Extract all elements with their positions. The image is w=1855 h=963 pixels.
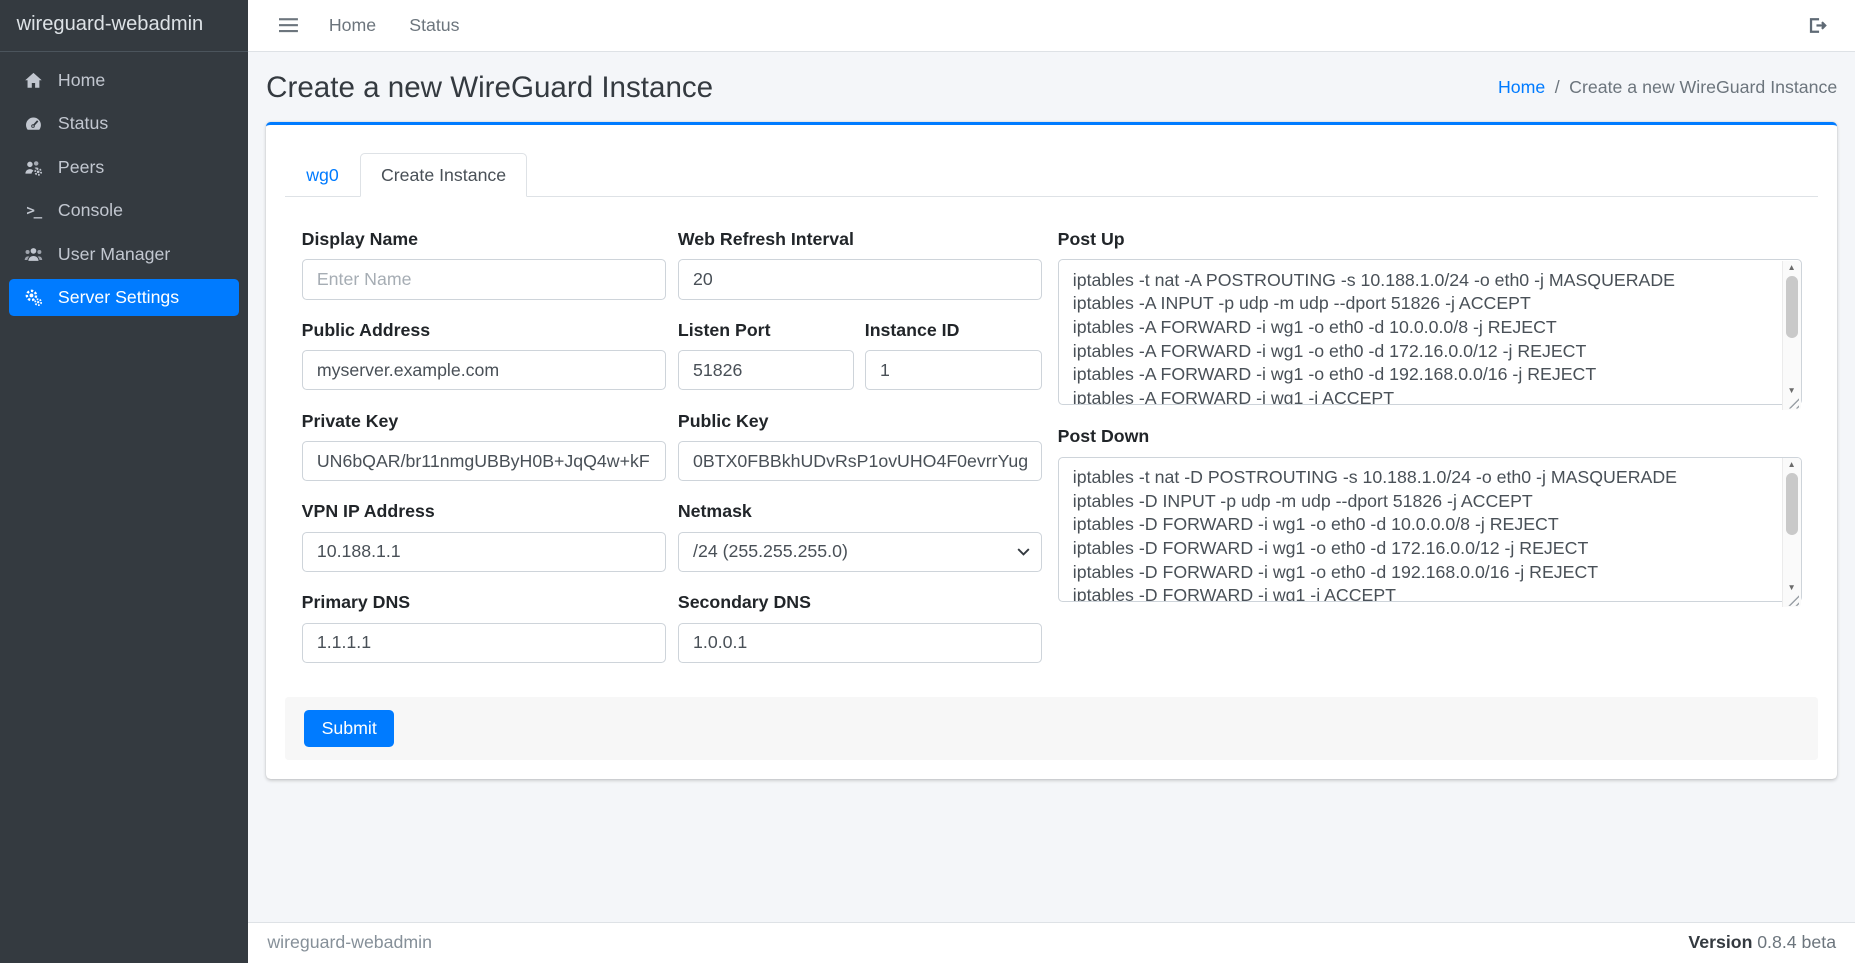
web-refresh-input[interactable] [678,259,1042,299]
sidebar-item-label: User Manager [58,244,170,265]
submit-button[interactable]: Submit [304,710,394,747]
sidebar-item-label: Server Settings [58,287,179,308]
footer-version: Version0.8.4 beta [1688,932,1836,953]
post-up-scrollbar[interactable]: ▲ ▼ [1782,261,1801,410]
users-icon [19,245,49,264]
primary-dns-input[interactable] [302,623,666,663]
public-key-label: Public Key [678,411,1042,432]
tab-create-instance[interactable]: Create Instance [360,153,527,197]
version-value: 0.8.4 beta [1757,932,1836,952]
private-key-input[interactable] [302,441,666,481]
post-down-label: Post Down [1058,426,1802,447]
form-col-3: Post Up iptables -t nat -A POSTROUTING -… [1058,229,1802,683]
form-col-2: Web Refresh Interval Listen Port Instanc… [678,229,1042,683]
web-refresh-label: Web Refresh Interval [678,229,1042,250]
content-spacer [248,779,1855,921]
breadcrumb-home-link[interactable]: Home [1498,77,1545,98]
breadcrumb: Home / Create a new WireGuard Instance [1498,77,1837,98]
navbar-link-home[interactable]: Home [315,6,391,46]
sidebar-item-peers[interactable]: Peers [9,148,239,186]
post-up-label: Post Up [1058,229,1802,250]
scroll-up-arrow-icon[interactable]: ▲ [1788,458,1796,472]
listen-port-input[interactable] [678,350,854,390]
scroll-down-arrow-icon[interactable]: ▼ [1788,384,1796,398]
hamburger-icon[interactable] [267,8,310,43]
netmask-select[interactable] [678,532,1042,572]
private-key-label: Private Key [302,411,666,432]
listen-port-label: Listen Port [678,320,854,341]
public-address-input[interactable] [302,350,666,390]
home-icon [19,71,49,90]
sidebar-item-label: Status [58,113,108,134]
create-instance-form: Display Name Public Address Private Key [285,229,1818,683]
sidebar-item-home[interactable]: Home [9,62,239,100]
display-name-label: Display Name [302,229,666,250]
public-address-label: Public Address [302,320,666,341]
form-col-1: Display Name Public Address Private Key [302,229,666,683]
brand-title[interactable]: wireguard-webadmin [0,0,248,52]
breadcrumb-separator: / [1555,77,1560,98]
primary-dns-label: Primary DNS [302,592,666,613]
instance-id-label: Instance ID [865,320,1042,341]
top-navbar: Home Status [248,0,1855,52]
tab-wg0[interactable]: wg0 [285,153,360,197]
vpn-ip-input[interactable] [302,532,666,572]
main-area: Home Status Create a new WireGuard Insta… [248,0,1855,963]
display-name-input[interactable] [302,259,666,299]
post-down-scrollbar[interactable]: ▲ ▼ [1782,458,1801,607]
gears-icon [19,288,49,307]
secondary-dns-input[interactable] [678,623,1042,663]
version-label: Version [1688,932,1752,952]
sidebar-nav: Home Status [0,52,248,332]
app-root: wireguard-webadmin Home Status [0,0,1855,963]
terminal-icon: >_ [19,203,49,219]
page-title: Create a new WireGuard Instance [266,71,713,105]
footer-app-name: wireguard-webadmin [267,932,432,953]
sidebar-item-console[interactable]: >_ Console [9,192,239,230]
sidebar-item-status[interactable]: Status [9,105,239,143]
instance-id-input[interactable] [865,350,1042,390]
scrollbar-thumb[interactable] [1786,276,1798,338]
sidebar-item-server-settings[interactable]: Server Settings [9,279,239,317]
sidebar-item-label: Peers [58,157,104,178]
sidebar-item-label: Home [58,70,105,91]
netmask-label: Netmask [678,501,1042,522]
vpn-ip-label: VPN IP Address [302,501,666,522]
public-key-input[interactable] [678,441,1042,481]
breadcrumb-current: Create a new WireGuard Instance [1569,77,1837,98]
users-gear-icon [19,158,49,177]
page-footer: wireguard-webadmin Version0.8.4 beta [248,922,1855,963]
sidebar-item-user-manager[interactable]: User Manager [9,235,239,273]
secondary-dns-label: Secondary DNS [678,592,1042,613]
post-down-textarea[interactable]: iptables -t nat -D POSTROUTING -s 10.188… [1058,457,1802,603]
submit-strip: Submit [285,697,1818,760]
gauge-icon [19,114,49,133]
scroll-down-arrow-icon[interactable]: ▼ [1788,581,1796,595]
scroll-up-arrow-icon[interactable]: ▲ [1788,261,1796,275]
navbar-link-status[interactable]: Status [395,6,474,46]
instance-tabs: wg0 Create Instance [285,153,1818,197]
instance-card: wg0 Create Instance Display Name Public … [266,122,1837,780]
logout-icon[interactable] [1797,9,1836,42]
scrollbar-thumb[interactable] [1786,473,1798,535]
sidebar-item-label: Console [58,200,123,221]
content-header: Create a new WireGuard Instance Home / C… [248,52,1855,117]
sidebar: wireguard-webadmin Home Status [0,0,248,963]
post-up-textarea[interactable]: iptables -t nat -A POSTROUTING -s 10.188… [1058,259,1802,405]
